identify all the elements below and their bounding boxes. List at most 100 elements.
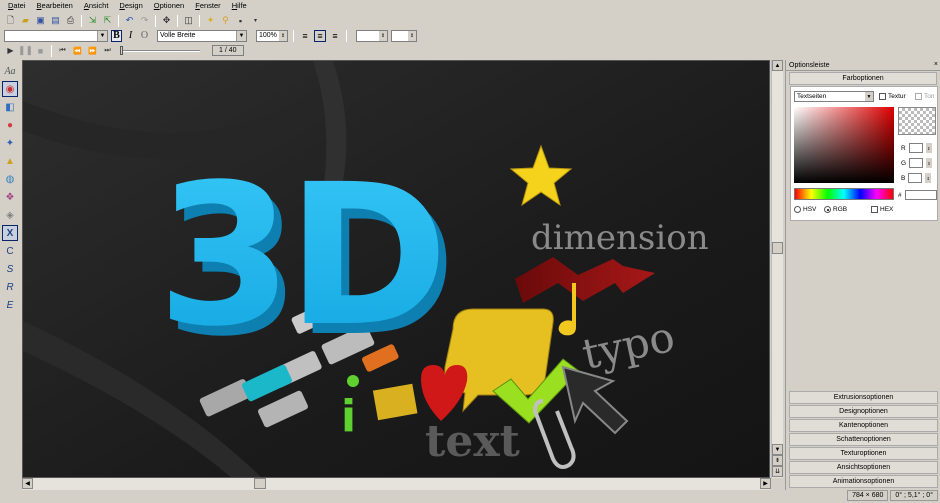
align-left-button[interactable]: ≡ [299,30,311,42]
b-input[interactable] [908,173,923,183]
shapes-icon[interactable]: ▲ [2,153,18,169]
frame-slider-thumb[interactable] [120,45,123,55]
line-spacing-stepper[interactable]: ⇕ [391,29,417,42]
section-texture-options[interactable]: Texturoptionen [789,447,938,460]
section-extrusion-options[interactable]: Extrusionsoptionen [789,391,938,404]
prev-frame-icon[interactable]: ⏪ [71,44,84,57]
move-icon[interactable]: ✥ [160,14,173,27]
g-input[interactable] [909,158,924,168]
path-x-icon[interactable]: X [2,225,18,241]
print-icon[interactable]: ⎙ [64,14,77,27]
section-shadow-options[interactable]: Schattenoptionen [789,433,938,446]
light-star-icon[interactable]: ✦ [2,135,18,151]
path-c-icon[interactable]: C [2,243,18,259]
menu-hilfe[interactable]: Hilfe [232,1,247,10]
zoom-stepper[interactable]: 100% ⇕ [256,29,288,42]
stepper-arrows-icon[interactable]: ⇕ [926,158,933,168]
texture-target-select[interactable]: Textseiten ▼ [794,91,874,102]
menu-fenster[interactable]: Fenster [195,1,220,10]
color-palette-icon[interactable]: ◉ [2,81,18,97]
chevron-down-icon[interactable]: ▼ [865,92,873,101]
open-folder-icon[interactable]: ▰ [19,14,32,27]
stepper-arrows-icon[interactable]: ⇕ [925,173,932,183]
undo-icon[interactable]: ↶ [123,14,136,27]
frame-slider[interactable] [120,45,200,55]
italic-button[interactable]: I [125,30,136,42]
magic-wand-icon[interactable]: ⚲ [219,14,232,27]
bold-button[interactable]: B [111,29,122,42]
section-design-options[interactable]: Designoptionen [789,405,938,418]
width-select[interactable]: Volle Breite ▼ [157,29,247,42]
stepper-arrows-icon[interactable]: ⇕ [925,143,932,153]
menu-ansicht[interactable]: Ansicht [84,1,109,10]
outline-button[interactable]: O [139,30,150,42]
light-bulb-icon[interactable]: ✦ [204,14,217,27]
scroll-left-icon[interactable]: ◀ [22,478,33,489]
stepper-arrows-icon[interactable]: ⇕ [279,30,287,41]
scroll-up-icon[interactable]: ▲ [772,60,783,71]
path-r-icon[interactable]: R [2,279,18,295]
first-frame-icon[interactable]: ⏮ [56,44,69,57]
next-frame-icon[interactable]: ⏩ [86,44,99,57]
scroll-end-icon[interactable]: ⇊ [772,466,783,477]
textur-checkbox[interactable]: Textur [879,93,906,100]
chevron-down-icon[interactable]: ▼ [97,30,107,41]
texture-icon[interactable]: ❖ [2,189,18,205]
redo-icon[interactable]: ↷ [138,14,151,27]
bevel-icon[interactable]: ◈ [2,207,18,223]
dropdown-arrow-icon[interactable]: ▾ [249,14,262,27]
path-e-icon[interactable]: E [2,297,18,313]
section-color-options[interactable]: Farboptionen [789,72,937,85]
stepper-arrows-icon[interactable]: ⇕ [379,30,387,41]
r-input[interactable] [908,143,923,153]
rgb-radio[interactable]: RGB [824,206,847,213]
hue-slider[interactable] [794,188,894,200]
ton-checkbox[interactable]: Ton [915,93,934,100]
save-icon[interactable]: ▣ [34,14,47,27]
radio-dot[interactable] [824,206,831,213]
new-file-icon[interactable]: 🗋 [4,14,17,27]
spacing-stepper[interactable]: ⇕ [356,29,388,42]
save-as-icon[interactable]: ▤ [49,14,62,27]
hsv-radio[interactable]: HSV [794,206,816,213]
font-select[interactable]: ▼ [4,29,108,42]
close-icon[interactable]: × [934,61,938,68]
section-view-options[interactable]: Ansichtsoptionen [789,461,938,474]
section-animation-options[interactable]: Animationsoptionen [789,475,938,488]
hex-input[interactable] [904,190,937,200]
play-icon[interactable]: ▶ [4,44,17,57]
import-icon[interactable]: ⇲ [86,14,99,27]
menu-datei[interactable]: Datei [8,1,26,10]
scroll-right-icon[interactable]: ▶ [760,478,771,489]
radio-dot[interactable] [794,206,801,213]
hex-checkbox[interactable]: HEX [871,206,893,213]
checkbox-box[interactable] [879,93,886,100]
scroll-page-down-icon[interactable]: ⇟ [772,455,783,466]
align-right-button[interactable]: ≡ [329,30,341,42]
hscroll-thumb[interactable] [254,478,266,489]
pause-icon[interactable]: ❚❚ [18,44,33,57]
text-style-icon[interactable]: Aa [2,63,18,79]
path-s-icon[interactable]: S [2,261,18,277]
checkbox-box[interactable] [915,93,922,100]
vertical-scrollbar[interactable]: ▲ ▼ ⇟ ⇊ [771,60,783,478]
stepper-arrows-icon[interactable]: ⇕ [408,30,416,41]
chevron-down-icon[interactable]: ▼ [236,30,246,41]
color-picker-area[interactable] [794,107,894,183]
render-window-icon[interactable]: ▪ [234,14,247,27]
extrude-cube-icon[interactable]: ◧ [2,99,18,115]
section-edge-options[interactable]: Kantenoptionen [789,419,938,432]
export-icon[interactable]: ⇱ [101,14,114,27]
menu-design[interactable]: Design [119,1,142,10]
material-sphere-icon[interactable]: ● [2,117,18,133]
menu-bearbeiten[interactable]: Bearbeiten [37,1,73,10]
scroll-thumb[interactable] [772,242,783,254]
stop-icon[interactable]: ■ [34,44,47,57]
last-frame-icon[interactable]: ⏭ [101,44,114,57]
mirror-icon[interactable]: ◫ [182,14,195,27]
horizontal-scrollbar[interactable]: ◀ ▶ [22,478,771,490]
checkbox-box[interactable] [871,206,878,213]
globe-icon[interactable]: ◍ [2,171,18,187]
align-center-button[interactable]: ≡ [314,29,326,42]
menu-optionen[interactable]: Optionen [154,1,184,10]
